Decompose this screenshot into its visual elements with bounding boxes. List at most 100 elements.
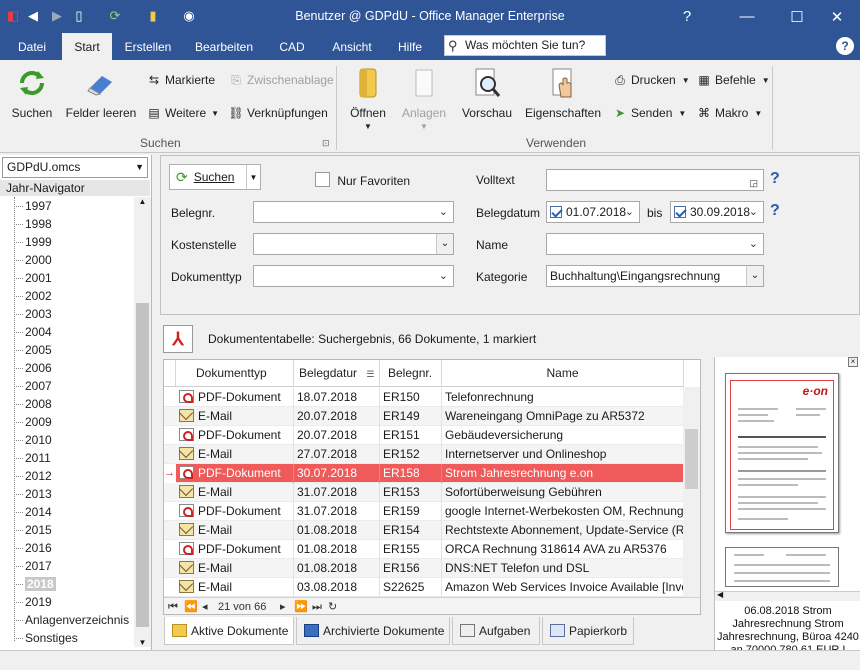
date-from-picker[interactable]: 01.07.2018 ⌄ <box>546 201 640 223</box>
close-button[interactable]: ✕ <box>817 0 857 33</box>
column-header-belegnr[interactable]: Belegnr. <box>380 360 442 387</box>
date-to-checkbox[interactable] <box>674 206 686 218</box>
tree-item-2012[interactable]: 2012 <box>14 467 52 485</box>
preview-scrollbar[interactable]: ◀ <box>715 590 860 601</box>
tab-aktive-dokumente[interactable]: Aktive Dokumente <box>164 617 294 645</box>
chevron-down-icon[interactable]: ▼ <box>246 165 260 189</box>
tree-item-1999[interactable]: 1999 <box>14 233 52 251</box>
dialog-launcher-icon[interactable]: ⊡ <box>322 138 330 149</box>
help-question-icon[interactable]: ? <box>770 170 780 188</box>
help-icon[interactable]: ? <box>836 37 854 55</box>
tree-item-1998[interactable]: 1998 <box>14 215 52 233</box>
tree-item-2011[interactable]: 2011 <box>14 449 51 467</box>
close-preview-icon[interactable]: × <box>848 357 858 367</box>
table-row[interactable]: E-Mail 01.08.2018 ER154 Rechtstexte Abonnem… <box>164 521 684 540</box>
tree-item-2018[interactable]: 2018 <box>14 575 56 593</box>
preview-page-1[interactable]: e·on <box>725 373 839 533</box>
tree-item-2013[interactable]: 2013 <box>14 485 52 503</box>
table-row[interactable]: PDF-Dokument 01.08.2018 ER155 ORCA Rechnung… <box>164 540 684 559</box>
tree-item-sonstiges[interactable]: Sonstiges <box>14 629 78 647</box>
table-scrollbar[interactable] <box>683 387 700 597</box>
chevron-down-icon[interactable]: ⌄ <box>625 202 634 222</box>
table-row[interactable]: E-Mail 27.07.2018 ER152 Internetserver und … <box>164 445 684 464</box>
next-block-icon[interactable]: ⏩ <box>294 598 308 614</box>
zwischenablage-button[interactable]: ⎘ Zwischenablage <box>228 70 334 90</box>
vorschau-button[interactable]: Vorschau <box>458 66 516 120</box>
kategorie-combobox[interactable]: Buchhaltung\Eingangsrechnung ⌄ <box>546 265 764 287</box>
tree-item-2006[interactable]: 2006 <box>14 359 52 377</box>
table-row[interactable]: PDF-Dokument 30.07.2018 ER158 Strom Jahresr… <box>164 464 684 483</box>
database-select[interactable]: GDPdU.omcs ▼ <box>2 157 148 178</box>
checkbox-box[interactable] <box>315 172 330 187</box>
markierte-button[interactable]: ⇆ Markierte <box>146 70 215 90</box>
chevron-down-icon[interactable]: ⌄ <box>749 202 758 222</box>
tree-item-anlagenverzeichnis[interactable]: Anlagenverzeichnis <box>14 611 129 629</box>
chevron-down-icon[interactable]: ⌄ <box>439 266 448 286</box>
belegnr-combobox[interactable]: ⌄ <box>253 201 454 223</box>
eigenschaften-button[interactable]: Eigenschaften <box>524 66 602 120</box>
last-page-icon[interactable]: ⏭ <box>312 598 322 614</box>
search-button[interactable]: ⟳ Suchen ▼ <box>169 164 261 190</box>
scroll-up-icon[interactable]: ▲ <box>134 197 151 211</box>
verknuepfungen-button[interactable]: ⛓ Verknüpfungen <box>228 103 327 123</box>
menu-start[interactable]: Start <box>62 33 112 60</box>
prev-icon[interactable]: ◂ <box>202 598 208 614</box>
menu-bearbeiten[interactable]: Bearbeiten <box>186 33 262 60</box>
first-page-icon[interactable]: ⏮ <box>168 598 178 614</box>
tree-item-2007[interactable]: 2007 <box>14 377 52 395</box>
tree-item-2003[interactable]: 2003 <box>14 305 52 323</box>
prev-block-icon[interactable]: ⏪ <box>184 598 198 614</box>
menu-cad[interactable]: CAD <box>268 33 316 60</box>
help-window-button[interactable]: ? <box>667 0 707 33</box>
expand-icon[interactable]: ◲ <box>749 173 758 193</box>
tree-item-2000[interactable]: 2000 <box>14 251 52 269</box>
drucken-dropdown[interactable]: ⎙ Drucken ▼ <box>612 70 689 90</box>
table-row[interactable]: E-Mail 31.07.2018 ER153 Sofortüberweisung G… <box>164 483 684 502</box>
nur-favoriten-checkbox[interactable]: Nur Favoriten <box>315 172 410 188</box>
tab-archivierte-dokumente[interactable]: Archivierte Dokumente <box>296 617 450 645</box>
column-header-belegdatum[interactable]: Belegdatur ☰ <box>294 360 380 387</box>
kostenstelle-combobox[interactable]: ⌄ <box>253 233 454 255</box>
tell-me-search[interactable]: ⚲ Was möchten Sie tun? <box>444 35 606 56</box>
tree-item-2014[interactable]: 2014 <box>14 503 52 521</box>
makro-dropdown[interactable]: ⌘ Makro ▼ <box>696 103 762 123</box>
minimize-button[interactable]: — <box>727 0 767 33</box>
column-header-dokumenttyp[interactable]: Dokumenttyp <box>176 360 294 387</box>
date-to-picker[interactable]: 30.09.2018 ⌄ <box>670 201 764 223</box>
chevron-down-icon[interactable]: ⌄ <box>746 266 763 286</box>
help-question-icon[interactable]: ? <box>770 202 780 220</box>
senden-dropdown[interactable]: ➤ Senden ▼ <box>612 103 686 123</box>
dokumenttyp-combobox[interactable]: ⌄ <box>253 265 454 287</box>
scroll-thumb[interactable] <box>136 303 149 627</box>
tree-item-2004[interactable]: 2004 <box>14 323 52 341</box>
scroll-down-icon[interactable]: ▼ <box>134 638 151 647</box>
next-icon[interactable]: ▸ <box>280 598 286 614</box>
tree-item-2001[interactable]: 2001 <box>14 269 52 287</box>
tree-item-2016[interactable]: 2016 <box>14 539 52 557</box>
tree-item-2015[interactable]: 2015 <box>14 521 52 539</box>
scroll-left-icon[interactable]: ◀ <box>717 590 723 599</box>
suchen-ribbon-button[interactable]: Suchen <box>6 66 58 120</box>
chevron-down-icon[interactable]: ⌄ <box>749 234 758 254</box>
chevron-down-icon[interactable]: ⌄ <box>436 234 453 254</box>
volltext-input[interactable]: ◲ <box>546 169 764 191</box>
column-header-name[interactable]: Name <box>442 360 684 387</box>
date-from-checkbox[interactable] <box>550 206 562 218</box>
tree-item-2017[interactable]: 2017 <box>14 557 52 575</box>
table-row[interactable]: E-Mail 03.08.2018 S22625 Amazon Web Service… <box>164 578 684 597</box>
tree-item-1997[interactable]: 1997 <box>14 197 52 215</box>
scroll-thumb[interactable] <box>685 429 698 489</box>
felder-leeren-button[interactable]: Felder leeren <box>64 66 138 120</box>
name-combobox[interactable]: ⌄ <box>546 233 764 255</box>
menu-erstellen[interactable]: Erstellen <box>116 33 180 60</box>
chevron-down-icon[interactable]: ⌄ <box>439 202 448 222</box>
tree-scrollbar[interactable]: ▲ ▼ <box>134 197 151 647</box>
table-row[interactable]: PDF-Dokument 20.07.2018 ER151 Gebäudeversic… <box>164 426 684 445</box>
tree-item-2009[interactable]: 2009 <box>14 413 52 431</box>
table-row[interactable]: E-Mail 20.07.2018 ER149 Wareneingang OmniPa… <box>164 407 684 426</box>
refresh-icon[interactable]: ↻ <box>328 598 337 614</box>
preview-page-2[interactable] <box>725 547 839 587</box>
menu-hilfe[interactable]: Hilfe <box>388 33 432 60</box>
table-row[interactable]: E-Mail 01.08.2018 ER156 DNS:NET Telefon und… <box>164 559 684 578</box>
oeffnen-button[interactable]: Öffnen ▼ <box>344 66 392 131</box>
